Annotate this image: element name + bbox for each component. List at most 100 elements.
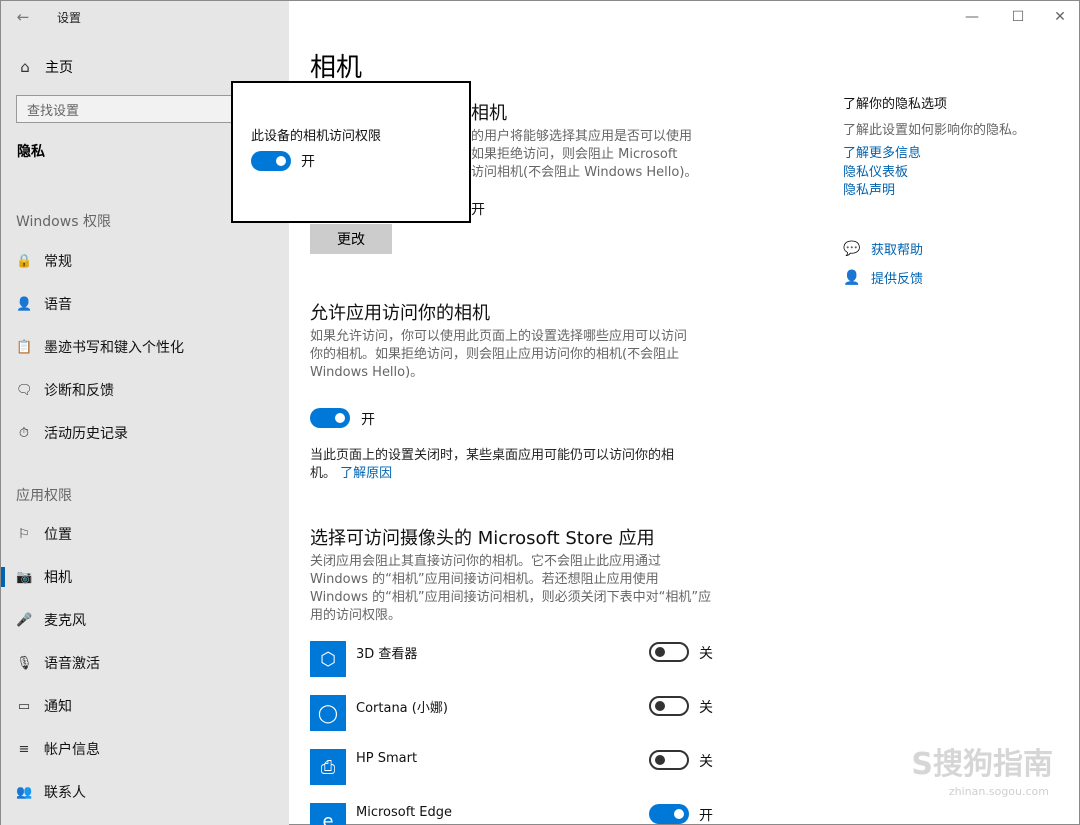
give-feedback-link[interactable]: 👤 提供反馈 [843, 268, 924, 288]
store-apps-desc-line: 关闭应用会阻止其直接访问你的相机。它不会阻止此应用通过 [310, 554, 662, 569]
sidebar-item-contacts[interactable]: 👥 联系人 [1, 777, 289, 807]
learn-why-link[interactable]: 了解原因 [340, 466, 392, 481]
app-toggle-cortana[interactable] [649, 696, 689, 716]
location-icon: ⚐ [18, 526, 30, 542]
device-access-desc-line: 访问相机(不会阻止 Windows Hello)。 [471, 165, 698, 180]
app-toggle-label: 开 [699, 808, 713, 824]
clipboard-icon: 📋 [16, 339, 33, 355]
page-title: 相机 [310, 53, 363, 83]
device-access-desc-line: 的用户将能够选择其应用是否可以使用 [471, 129, 693, 144]
sidebar-item-general[interactable]: 🔒 常规 [1, 246, 289, 276]
desktop-apps-note: 当此页面上的设置关闭时，某些桌面应用可能仍可以访问你的相 [310, 448, 675, 463]
sidebar-item-label: 麦克风 [44, 613, 86, 629]
app-toggle-hp-smart[interactable] [649, 750, 689, 770]
sidebar-item-voice-activation[interactable]: 🎙 语音激活 [1, 648, 289, 678]
sidebar-item-label: 诊断和反馈 [44, 383, 114, 399]
sidebar-item-account-info[interactable]: ≡ 帐户信息 [1, 734, 289, 764]
microphone-icon: 🎤 [16, 612, 33, 628]
help-chat-icon: 💬 [843, 240, 861, 257]
sidebar-item-label: 位置 [44, 527, 72, 543]
sidebar-item-camera[interactable]: 📷 相机 [1, 562, 289, 592]
watermark-logo: S搜狗指南 [911, 747, 1053, 782]
section-heading-privacy: 隐私 [17, 144, 45, 160]
store-apps-desc-line: Windows 的“相机”应用间接访问相机。若还想阻止应用使用 [310, 572, 659, 587]
store-apps-desc-line: Windows 的“相机”应用间接访问相机，则必须关闭下表中对“相机”应 [310, 590, 712, 605]
device-camera-toggle[interactable] [251, 151, 291, 171]
app-toggle-3d-viewer[interactable] [649, 642, 689, 662]
contacts-icon: 👥 [16, 784, 33, 800]
home-icon: ⌂ [20, 58, 30, 76]
watermark-url: zhinan.sogou.com [948, 785, 1049, 798]
camera-access-popup: 此设备的相机访问权限 开 [231, 81, 471, 223]
app-toggle-label: 关 [699, 754, 713, 770]
device-access-desc-line: 如果拒绝访问，则会阻止 Microsoft [471, 147, 678, 162]
sidebar-item-label: 活动历史记录 [44, 426, 128, 442]
back-arrow-icon[interactable]: ← [1, 1, 45, 33]
sidebar-item-inking[interactable]: 📋 墨迹书写和键入个性化 [1, 332, 289, 362]
maximize-icon[interactable]: ☐ [995, 1, 1041, 33]
allow-apps-toggle[interactable] [310, 408, 350, 428]
group-label-windows-permissions: Windows 权限 [16, 214, 111, 230]
timeline-icon: ⏱ [18, 425, 30, 441]
search-input[interactable]: 查找设置 [16, 95, 246, 123]
app-name: 3D 查看器 [356, 647, 418, 662]
sidebar-item-label: 帐户信息 [44, 742, 100, 758]
titlebar-left: ← 设置 [1, 1, 289, 33]
device-access-state-label: 开 [471, 202, 485, 218]
sidebar-item-label: 墨迹书写和键入个性化 [44, 340, 184, 356]
edge-icon: e [310, 803, 346, 825]
app-toggle-edge[interactable] [649, 804, 689, 824]
sidebar-item-home[interactable]: ⌂ 主页 [1, 53, 289, 81]
sidebar-item-location[interactable]: ⚐ 位置 [1, 519, 289, 549]
sidebar-item-label: 语音 [44, 297, 72, 313]
allow-apps-desc-line: 如果允许访问，你可以使用此页面上的设置选择哪些应用可以访问 [310, 329, 688, 344]
sidebar-item-notifications[interactable]: ▭ 通知 [1, 691, 289, 721]
sidebar-item-speech[interactable]: 👤 语音 [1, 289, 289, 319]
sidebar-item-label: 联系人 [44, 785, 86, 801]
window-title: 设置 [57, 10, 82, 25]
sidebar-item-label: 常规 [44, 254, 72, 270]
allow-apps-desc-line: 你的相机。如果拒绝访问，则会阻止应用访问你的相机(不会阻止 [310, 347, 680, 362]
app-name: Microsoft Edge [356, 805, 453, 820]
app-toggle-label: 关 [699, 700, 713, 716]
sidebar-item-label: 主页 [45, 60, 73, 76]
privacy-options-title: 了解你的隐私选项 [843, 97, 948, 112]
app-name: Cortana (小娜) [356, 701, 448, 716]
allow-apps-desc-line: Windows Hello)。 [310, 365, 424, 380]
store-apps-title: 选择可访问摄像头的 Microsoft Store 应用 [310, 528, 655, 549]
privacy-statement-link[interactable]: 隐私声明 [843, 179, 895, 198]
minimize-icon[interactable]: — [949, 1, 995, 33]
camera-icon: 📷 [16, 569, 33, 585]
popup-toggle-label: 开 [301, 154, 315, 170]
lock-icon: 🔒 [16, 253, 33, 269]
get-help-link[interactable]: 💬 获取帮助 [843, 239, 924, 259]
change-button[interactable]: 更改 [310, 224, 392, 254]
app-toggle-label: 关 [699, 646, 713, 662]
allow-apps-title: 允许应用访问你的相机 [310, 303, 490, 324]
sidebar-item-diagnostics[interactable]: 🗨 诊断和反馈 [1, 375, 289, 405]
group-label-app-permissions: 应用权限 [16, 488, 72, 504]
notification-icon: ▭ [17, 698, 31, 714]
speech-icon: 👤 [16, 296, 33, 312]
sidebar-item-microphone[interactable]: 🎤 麦克风 [1, 605, 289, 635]
sidebar-item-label: 通知 [44, 699, 72, 715]
voice-activation-icon: 🎙 [16, 655, 33, 671]
sidebar-item-label: 相机 [44, 570, 72, 586]
give-feedback-label: 提供反馈 [871, 272, 924, 287]
privacy-options-desc: 了解此设置如何影响你的隐私。 [843, 123, 1026, 138]
desktop-apps-note-line2: 机。 了解原因 [310, 465, 392, 483]
cortana-icon: ◯ [310, 695, 346, 731]
3d-viewer-icon: ⬡ [310, 641, 346, 677]
sidebar-item-activity-history[interactable]: ⏱ 活动历史记录 [1, 418, 289, 448]
feedback-person-icon: 🗨 [16, 382, 33, 398]
close-icon[interactable]: ✕ [1037, 1, 1080, 33]
app-name: HP Smart [356, 751, 418, 766]
sidebar-item-label: 语音激活 [44, 656, 100, 672]
popup-title: 此设备的相机访问权限 [251, 129, 382, 144]
privacy-dashboard-link[interactable]: 隐私仪表板 [843, 161, 908, 180]
get-help-label: 获取帮助 [871, 243, 924, 258]
device-access-title: 相机 [471, 103, 507, 124]
account-info-icon: ≡ [18, 741, 30, 757]
note-text: 机。 [310, 466, 337, 481]
learn-more-link[interactable]: 了解更多信息 [843, 142, 921, 161]
